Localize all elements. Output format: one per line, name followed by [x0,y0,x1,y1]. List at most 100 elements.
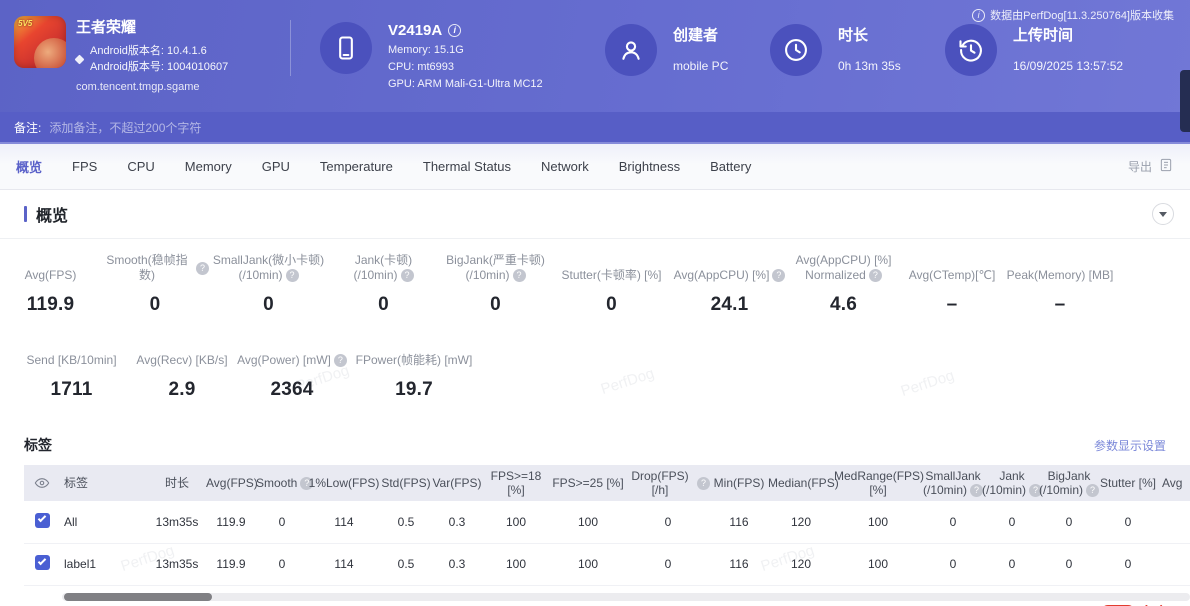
device-info-group: V2419A Memory: 15.1G CPU: mt6993 GPU: AR… [320,22,543,90]
device-info-icon[interactable] [448,24,461,37]
game-app-icon: 5V5 [14,16,66,68]
col-min-fps: Min(FPS) [710,465,768,501]
chevron-down-icon [1159,212,1167,217]
section-title-bar [24,206,27,222]
table-header-row: 标签 时长 Avg(FPS) Smooth 1%Low(FPS) Std(FPS… [24,465,1190,501]
row-checkbox[interactable] [35,555,50,570]
php-cn-logo: php 中文网 [1101,602,1184,606]
col-median-fps: Median(FPS) [768,465,834,501]
notes-bar[interactable]: 备注: 添加备注，不超过200个字符 [0,112,1190,142]
tab-overview[interactable]: 概览 [16,157,42,176]
creator-label: 创建者 [673,24,728,45]
header: 数据由PerfDog[11.3.250764]版本收集 5V5 王者荣耀 And… [0,0,1190,112]
help-icon[interactable] [286,269,299,282]
device-model: V2419A [388,22,442,39]
stat-stutter: Stutter(卡顿率) [%] 0 [552,253,671,316]
tab-battery[interactable]: Battery [710,159,751,174]
clock-icon [770,24,822,76]
android-version-name: Android版本名: 10.4.1.6 [90,43,228,59]
tab-temperature[interactable]: Temperature [320,159,393,174]
help-icon[interactable] [697,477,710,490]
stat-avg-fps: Avg(FPS) 119.9 [0,253,101,316]
creator-value: mobile PC [673,59,728,73]
collector-note: 数据由PerfDog[11.3.250764]版本收集 [972,7,1174,23]
android-version-code: Android版本号: 1004010607 [90,59,228,75]
col-medrange-fps: MedRange(FPS)[%] [834,465,922,501]
notes-placeholder: 添加备注，不超过200个字符 [49,119,201,136]
creator-group: 创建者 mobile PC [605,24,728,76]
app-meta: 王者荣耀 Android版本名: 10.4.1.6 Android版本号: 10… [76,16,228,93]
table-row-all[interactable]: All 13m35s119.9 0114 0.50.3 100100 0116 … [24,501,1190,543]
eye-icon[interactable] [34,475,50,489]
help-icon[interactable] [772,269,785,282]
col-fps-ge18: FPS>=18 [%] [482,465,550,501]
labels-section-title: 标签 [24,435,52,455]
display-settings-link[interactable]: 参数显示设置 [1094,437,1166,454]
app-package: com.tencent.tmgp.sgame [76,81,228,93]
row-checkbox[interactable] [35,513,50,528]
stat-avg-appcpu-normalized: Avg(AppCPU) [%]Normalized 4.6 [788,253,899,316]
collapse-button[interactable] [1152,203,1174,225]
main-content: PerfDog PerfDog PerfDog PerfDog PerfDog … [0,190,1190,601]
export-icon[interactable] [1158,157,1174,176]
tab-cpu[interactable]: CPU [127,159,154,174]
php-logo-text: 中文网 [1139,602,1184,606]
col-smalljank: SmallJank(/10min) [922,465,984,501]
tab-brightness[interactable]: Brightness [619,159,680,174]
stat-jank: Jank(卡顿)(/10min) 0 [328,253,439,316]
stat-fpower: FPower(帧能耗) [mW] 19.7 [349,338,479,401]
overview-stats-row1: Avg(FPS) 119.9 Smooth(稳帧指数) 0 SmallJank(… [0,239,1190,316]
horizontal-scrollbar[interactable] [62,593,1190,601]
col-std-fps: Std(FPS) [380,465,432,501]
tab-network[interactable]: Network [541,159,589,174]
stat-peak-memory: Peak(Memory) [MB] – [1005,253,1115,316]
app-badge: 5V5 [18,19,32,28]
collector-note-text: 数据由PerfDog[11.3.250764]版本收集 [990,7,1174,23]
stat-avg-power: Avg(Power) [mW] 2364 [235,338,349,401]
export-button[interactable]: 导出 [1128,158,1152,175]
overview-section-title: 概览 [36,202,68,226]
col-duration: 时长 [148,465,206,501]
col-bigjank: BigJank(/10min) [1040,465,1098,501]
scrollbar-thumb[interactable] [64,593,212,601]
tab-memory[interactable]: Memory [185,159,232,174]
overview-stats-row2: Send [KB/10min] 1711 Avg(Recv) [KB/s] 2.… [0,316,1190,401]
stat-bigjank: BigJank(严重卡顿)(/10min) 0 [439,253,552,316]
phone-icon [320,22,372,74]
info-icon [972,9,985,22]
help-icon[interactable] [513,269,526,282]
col-var-fps: Var(FPS) [432,465,482,501]
table-row-label1[interactable]: label1 13m35s119.9 0114 0.50.3 100100 01… [24,543,1190,585]
stat-smalljank: SmallJank(微小卡顿)(/10min) 0 [209,253,328,316]
app-name: 王者荣耀 [76,16,228,37]
col-fps-ge25: FPS>=25 [%] [550,465,626,501]
device-gpu: GPU: ARM Mali-G1-Ultra MC12 [388,78,543,90]
tab-thermal-status[interactable]: Thermal Status [423,159,511,174]
labels-table: 标签 时长 Avg(FPS) Smooth 1%Low(FPS) Std(FPS… [24,465,1190,586]
history-clock-icon [945,24,997,76]
stat-avg-appcpu: Avg(AppCPU) [%] 24.1 [671,253,788,316]
perfdog-report-page: 数据由PerfDog[11.3.250764]版本收集 5V5 王者荣耀 And… [0,0,1190,601]
stat-avg-ctemp: Avg(CTemp)[℃] – [899,253,1005,316]
col-jank: Jank(/10min) [984,465,1040,501]
help-icon[interactable] [401,269,414,282]
tab-bar: 概览 FPS CPU Memory GPU Temperature Therma… [0,142,1190,190]
col-label: 标签 [60,465,148,501]
help-icon[interactable] [869,269,882,282]
help-icon[interactable] [1086,484,1099,497]
tab-gpu[interactable]: GPU [262,159,290,174]
help-icon[interactable] [334,354,347,367]
stat-send: Send [KB/10min] 1711 [14,338,129,401]
user-icon [605,24,657,76]
app-info-group: 5V5 王者荣耀 Android版本名: 10.4.1.6 Android版本号… [14,16,228,93]
col-drop-fps: Drop(FPS) [/h] [626,465,710,501]
notes-label: 备注: [14,119,41,136]
tab-fps[interactable]: FPS [72,159,97,174]
help-icon[interactable] [196,262,209,275]
side-widget-tab[interactable] [1180,70,1190,132]
duration-group: 时长 0h 13m 35s [770,24,901,76]
upload-time-group: 上传时间 16/09/2025 13:57:52 [945,24,1123,76]
upload-time-value: 16/09/2025 13:57:52 [1013,59,1123,73]
col-smooth: Smooth [256,465,308,501]
col-stutter: Stutter [%] [1098,465,1158,501]
